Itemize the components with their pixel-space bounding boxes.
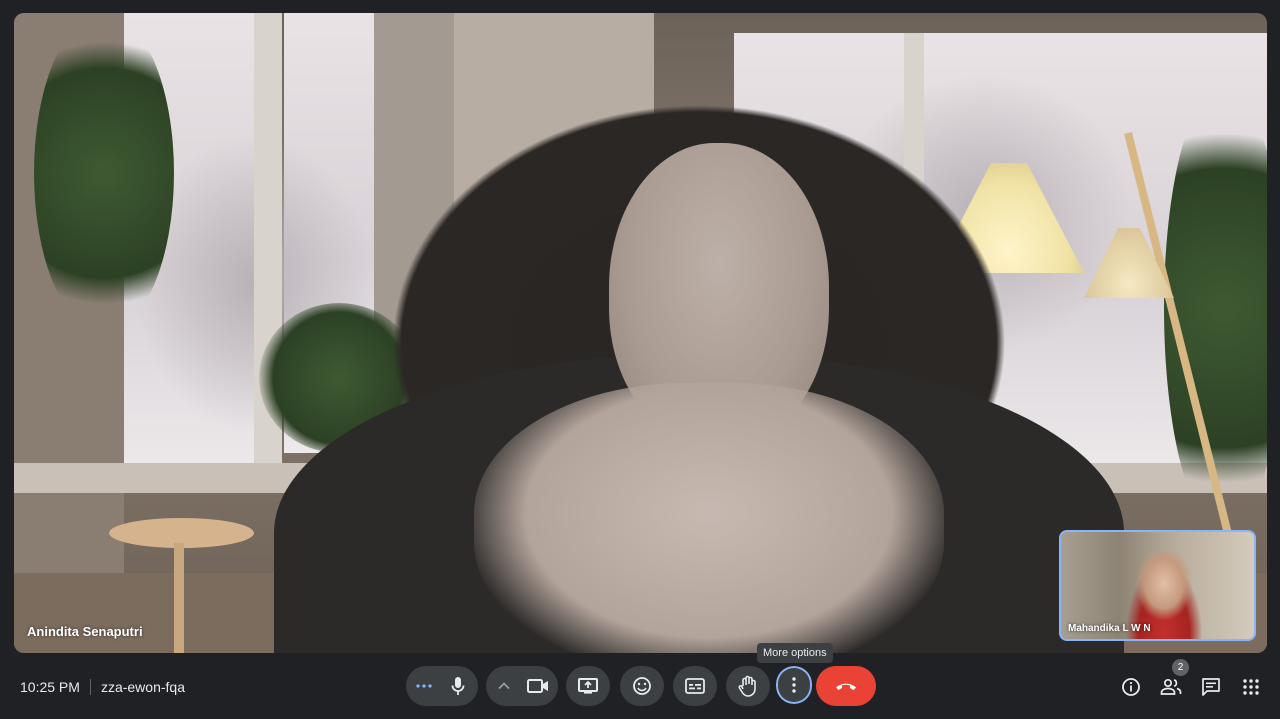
- people-icon: [1160, 678, 1182, 695]
- meeting-details: 10:25 PM zza-ewon-fqa: [20, 679, 185, 695]
- emoji-icon: [633, 677, 651, 695]
- audio-control-group: [406, 666, 478, 706]
- audio-settings-button[interactable]: [406, 666, 442, 706]
- self-view-tile[interactable]: Mahandika L W N: [1059, 530, 1256, 641]
- reactions-button[interactable]: [620, 666, 664, 706]
- camera-icon: [527, 679, 548, 693]
- captions-button[interactable]: [673, 666, 717, 706]
- activities-button[interactable]: [1239, 675, 1263, 699]
- self-name-label: Mahandika L W N: [1068, 623, 1151, 634]
- hang-up-icon: [836, 683, 856, 690]
- info-icon: [1122, 678, 1140, 696]
- video-settings-button[interactable]: [486, 666, 522, 706]
- meeting-code: zza-ewon-fqa: [100, 679, 185, 695]
- captions-icon: [685, 678, 705, 694]
- people-count-badge: 2: [1172, 659, 1189, 676]
- chat-button[interactable]: [1199, 675, 1223, 699]
- control-bar: 10:25 PM zza-ewon-fqa: [0, 655, 1280, 719]
- camera-button[interactable]: [518, 666, 558, 706]
- meeting-details-button[interactable]: [1119, 675, 1143, 699]
- more-options-button[interactable]: [774, 664, 814, 706]
- more-vertical-icon: [792, 677, 796, 693]
- grid-icon: [1243, 679, 1259, 695]
- raise-hand-icon: [738, 675, 756, 697]
- participant-name-label: Anindita Senaputri: [27, 624, 143, 639]
- more-horizontal-icon: [416, 684, 432, 688]
- chat-icon: [1202, 678, 1220, 696]
- microphone-button[interactable]: [438, 666, 478, 706]
- divider: [89, 679, 91, 695]
- meeting-time: 10:25 PM: [20, 679, 80, 695]
- present-screen-icon: [578, 678, 598, 694]
- chevron-up-icon: [498, 682, 510, 690]
- leave-call-button[interactable]: [816, 666, 876, 706]
- present-screen-button[interactable]: [566, 666, 610, 706]
- people-button[interactable]: [1159, 675, 1183, 699]
- video-control-group: [486, 666, 558, 706]
- microphone-icon: [451, 677, 465, 695]
- raise-hand-button[interactable]: [726, 666, 770, 706]
